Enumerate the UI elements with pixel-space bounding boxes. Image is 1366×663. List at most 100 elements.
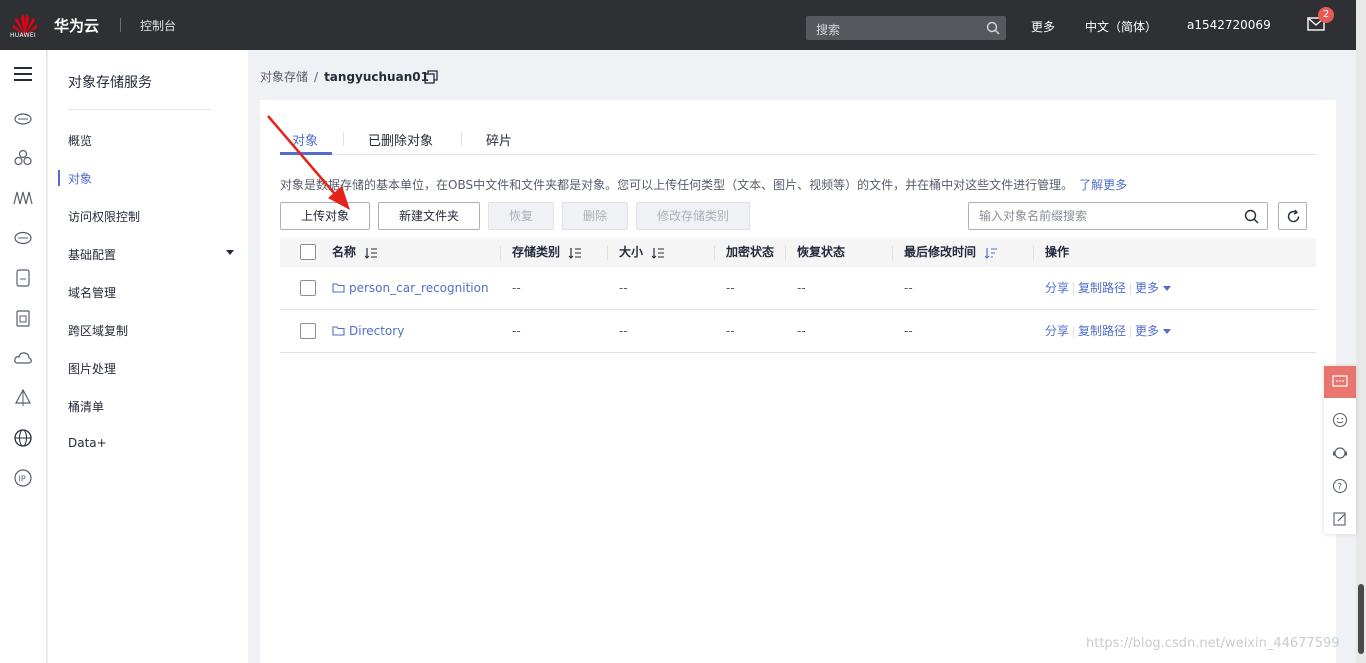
more-action[interactable]: 更多 xyxy=(1135,281,1159,295)
column-header-restore: 恢复状态 xyxy=(797,245,846,259)
network-icon[interactable] xyxy=(13,188,33,208)
row-actions: 分享 复制路径 更多 xyxy=(1045,310,1172,353)
tab-bar: 对象 已删除对象 碎片 xyxy=(280,122,1316,155)
column-storage-label: 存储类别 xyxy=(512,245,561,259)
cluster-icon[interactable] xyxy=(13,148,33,168)
tab-divider xyxy=(461,132,462,146)
service-title: 对象存储服务 xyxy=(68,75,152,91)
search-icon[interactable] xyxy=(1244,209,1259,224)
sort-icon[interactable] xyxy=(364,247,378,259)
sort-icon[interactable] xyxy=(568,247,582,259)
nav-item-data-plus[interactable]: Data+ xyxy=(68,436,107,450)
column-modified-label: 最后修改时间 xyxy=(904,245,977,259)
object-name: person_car_recognition xyxy=(349,281,489,295)
column-name-label: 名称 xyxy=(332,245,357,259)
upload-object-button[interactable]: 上传对象 xyxy=(280,202,370,230)
globe-icon[interactable] xyxy=(13,428,33,448)
nav-item-cross-region[interactable]: 跨区域复制 xyxy=(68,322,128,339)
tab-deleted-objects[interactable]: 已删除对象 xyxy=(368,130,433,149)
share-action[interactable]: 分享 xyxy=(1045,281,1069,295)
object-name-link[interactable]: Directory xyxy=(332,310,404,353)
cloud-server-icon[interactable] xyxy=(13,108,33,128)
object-search-input[interactable] xyxy=(969,203,1229,229)
global-search[interactable]: 搜索 xyxy=(806,16,1006,40)
copy-path-action[interactable]: 复制路径 xyxy=(1078,281,1126,295)
ip-icon[interactable]: IP xyxy=(13,468,33,488)
page-scrollbar[interactable] xyxy=(1356,0,1366,663)
nav-item-objects[interactable]: 对象 xyxy=(68,170,92,187)
help-icon[interactable]: ? xyxy=(1332,478,1348,494)
breadcrumb-current: tangyuchuan01 xyxy=(324,70,429,84)
column-header-encryption: 加密状态 xyxy=(726,245,775,259)
refresh-icon xyxy=(1287,209,1300,223)
topbar-divider xyxy=(120,18,121,32)
hamburger-menu-icon[interactable] xyxy=(14,66,32,82)
nav-item-overview[interactable]: 概览 xyxy=(68,132,92,149)
chevron-down-icon[interactable] xyxy=(226,250,234,255)
language-switch[interactable]: 中文（简体） xyxy=(1085,18,1157,35)
console-link[interactable]: 控制台 xyxy=(140,17,176,34)
more-menu[interactable]: 更多 xyxy=(1031,18,1055,35)
object-name-link[interactable]: person_car_recognition xyxy=(332,267,489,310)
learn-more-link[interactable]: 了解更多 xyxy=(1079,178,1127,192)
cell-size: -- xyxy=(619,324,628,338)
change-storage-class-button[interactable]: 修改存储类别 xyxy=(636,202,750,230)
logo-text: HUAWEI xyxy=(10,32,36,39)
delete-button[interactable]: 删除 xyxy=(562,202,628,230)
brand-name[interactable]: 华为云 xyxy=(54,15,99,36)
nav-item-domain[interactable]: 域名管理 xyxy=(68,284,116,301)
refresh-button[interactable] xyxy=(1278,202,1307,230)
smiley-icon[interactable] xyxy=(1332,412,1348,428)
nav-item-basic-config[interactable]: 基础配置 xyxy=(68,246,116,263)
chevron-down-icon[interactable] xyxy=(1163,286,1172,291)
column-divider xyxy=(500,246,501,260)
sail-icon[interactable] xyxy=(13,388,33,408)
column-header-size[interactable]: 大小 xyxy=(619,238,665,267)
cell-size: -- xyxy=(619,281,628,295)
object-name: Directory xyxy=(349,324,405,338)
tab-divider xyxy=(343,132,344,146)
tab-fragments[interactable]: 碎片 xyxy=(486,130,512,149)
column-size-label: 大小 xyxy=(619,245,644,259)
cloud-icon[interactable] xyxy=(13,348,33,368)
customer-service-icon[interactable] xyxy=(1332,445,1348,461)
search-icon[interactable] xyxy=(986,21,1000,35)
sort-icon[interactable] xyxy=(651,247,665,259)
action-divider xyxy=(1130,282,1132,295)
cell-storage: -- xyxy=(512,281,521,295)
description-text: 对象是数据存储的基本单位，在OBS中文件和文件夹都是对象。您可以上传任何类型（文… xyxy=(280,178,1074,192)
column-header-storage[interactable]: 存储类别 xyxy=(512,238,582,267)
chat-icon xyxy=(1332,375,1348,387)
user-account[interactable]: a1542720069 xyxy=(1187,18,1271,32)
nav-item-access-control[interactable]: 访问权限控制 xyxy=(68,208,140,225)
database-icon[interactable] xyxy=(13,268,33,288)
column-header-name[interactable]: 名称 xyxy=(332,238,378,267)
row-checkbox[interactable] xyxy=(300,323,316,339)
storage-disk-icon[interactable] xyxy=(13,228,33,248)
column-header-modified[interactable]: 最后修改时间 xyxy=(904,238,998,267)
column-divider xyxy=(1033,246,1034,260)
sort-icon[interactable] xyxy=(984,247,998,259)
table-row: person_car_recognition -- -- -- -- -- 分享… xyxy=(280,267,1316,310)
tab-objects[interactable]: 对象 xyxy=(292,130,318,149)
copy-icon[interactable] xyxy=(424,70,438,84)
edit-icon[interactable] xyxy=(1332,511,1348,527)
select-all-checkbox[interactable] xyxy=(300,244,316,260)
restore-button[interactable]: 恢复 xyxy=(488,202,554,230)
more-action[interactable]: 更多 xyxy=(1135,324,1159,338)
document-icon[interactable] xyxy=(13,308,33,328)
service-nav: 对象存储服务 概览 对象 访问权限控制 基础配置 域名管理 跨区域复制 图片处理… xyxy=(48,50,248,663)
cell-modified: -- xyxy=(904,281,913,295)
share-action[interactable]: 分享 xyxy=(1045,324,1069,338)
copy-path-action[interactable]: 复制路径 xyxy=(1078,324,1126,338)
nav-item-image-processing[interactable]: 图片处理 xyxy=(68,360,116,377)
row-checkbox[interactable] xyxy=(300,280,316,296)
scrollbar-thumb[interactable] xyxy=(1358,584,1364,654)
cell-restore: -- xyxy=(797,324,806,338)
feedback-button[interactable] xyxy=(1324,366,1356,398)
nav-item-inventory[interactable]: 桶清单 xyxy=(68,398,104,415)
chevron-down-icon[interactable] xyxy=(1163,329,1172,334)
active-indicator xyxy=(58,170,60,186)
new-folder-button[interactable]: 新建文件夹 xyxy=(378,202,480,230)
breadcrumb-parent[interactable]: 对象存储 xyxy=(260,70,308,84)
